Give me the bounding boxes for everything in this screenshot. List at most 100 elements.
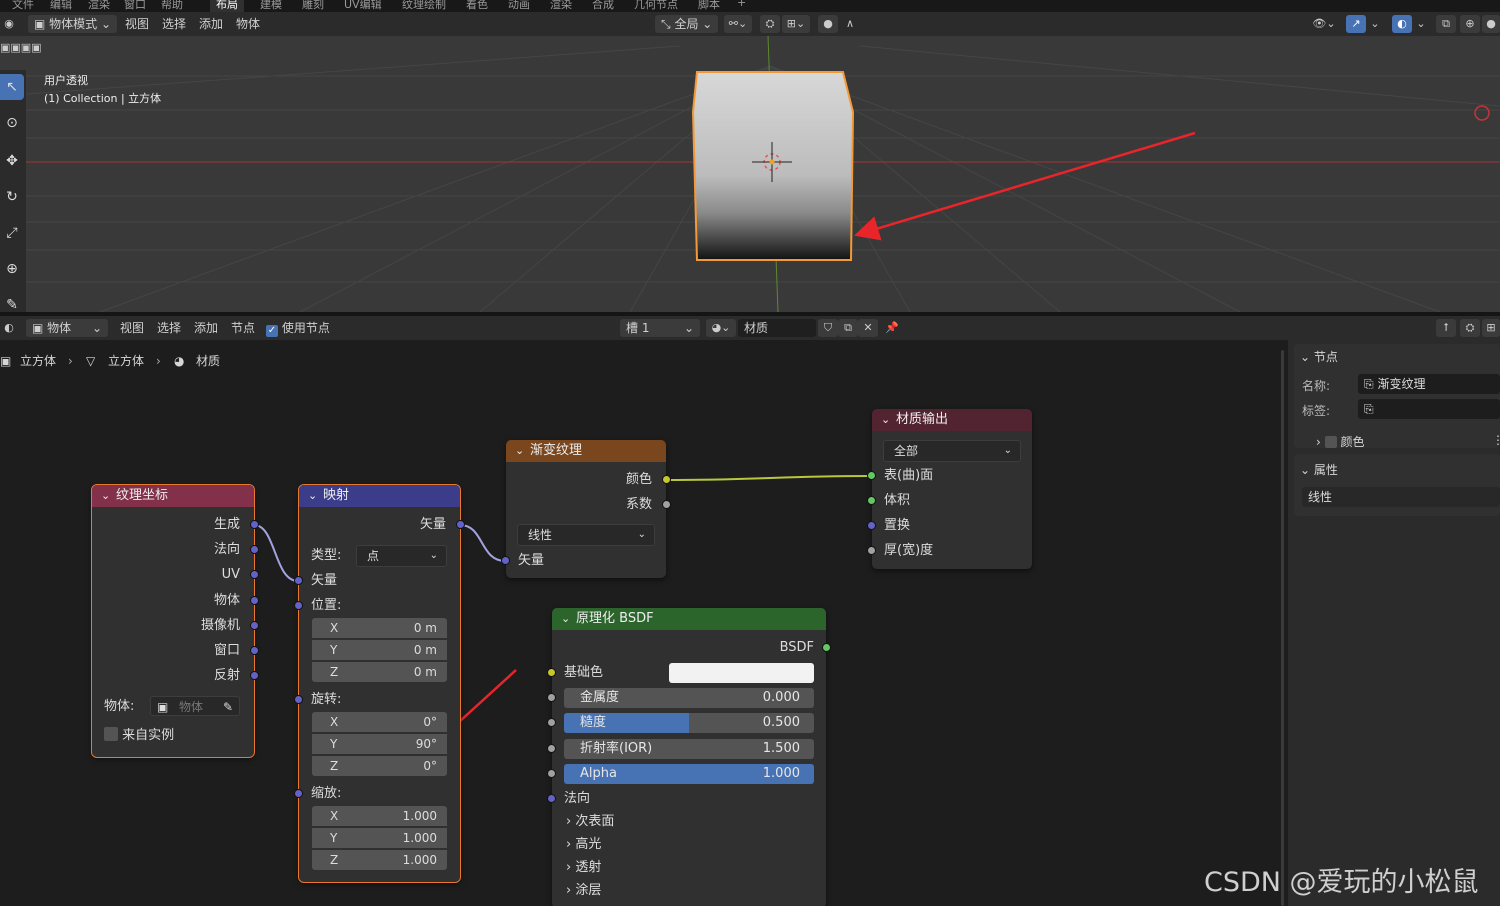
transform-tool-icon[interactable]: ⊕ bbox=[0, 256, 24, 282]
snap-icon[interactable]: ⛭ bbox=[760, 15, 780, 33]
pivot-point-icon[interactable]: ⚯⌄ bbox=[724, 15, 752, 33]
tab-rendering[interactable]: 渲染 bbox=[550, 0, 572, 12]
slot-dropdown[interactable]: 槽 1 ⌄ bbox=[620, 319, 700, 337]
drag-handle-icon[interactable]: ⋮ bbox=[1492, 433, 1500, 447]
tab-uv-editing[interactable]: UV编辑 bbox=[344, 0, 382, 12]
alpha-slider[interactable]: Alpha 1.000 bbox=[564, 764, 814, 784]
add-workspace-button[interactable]: + bbox=[737, 0, 746, 9]
menu-view[interactable]: 视图 bbox=[120, 319, 144, 337]
falloff-icon[interactable]: ∧ bbox=[840, 15, 860, 33]
socket-volume[interactable] bbox=[867, 496, 876, 505]
metallic-slider[interactable]: 金属度 0.000 bbox=[564, 688, 814, 708]
socket-alpha[interactable] bbox=[547, 769, 556, 778]
node-editor-canvas[interactable]: ▣ 立方体 › ▽ 立方体 › ◕ 材质 ⌄ 纹理坐标 生成 法向 UV 物体 … bbox=[0, 340, 1284, 906]
socket-rotation[interactable] bbox=[294, 695, 303, 704]
mapping-type-dropdown[interactable]: 点 ⌄ bbox=[356, 545, 447, 567]
tab-compositing[interactable]: 合成 bbox=[592, 0, 614, 12]
chevron-down-icon[interactable]: ⌄ bbox=[561, 608, 570, 630]
menu-node[interactable]: 节点 bbox=[231, 319, 255, 337]
chevron-down-icon[interactable]: ⌄ bbox=[515, 440, 524, 462]
location-z-field[interactable]: Z0 m bbox=[312, 662, 447, 682]
chevron-down-icon[interactable]: ⌄ bbox=[101, 485, 110, 507]
socket-vector-in[interactable] bbox=[294, 576, 303, 585]
overlay-icon[interactable]: ◐ bbox=[1392, 15, 1412, 33]
breadcrumb-object[interactable]: 立方体 bbox=[20, 350, 56, 372]
socket-thickness[interactable] bbox=[867, 546, 876, 555]
menu-object[interactable]: 物体 bbox=[236, 15, 260, 33]
tab-shading[interactable]: 着色 bbox=[466, 0, 488, 12]
duplicate-icon[interactable]: ⧉ bbox=[838, 319, 858, 337]
panel-transmission[interactable]: › 透射 bbox=[566, 858, 601, 878]
move-tool-icon[interactable]: ✥ bbox=[0, 148, 24, 174]
select-box-icon[interactable]: ▣▣▣▣ bbox=[0, 41, 42, 54]
rotate-tool-icon[interactable]: ↻ bbox=[0, 184, 24, 210]
socket-displacement[interactable] bbox=[867, 521, 876, 530]
tab-layout[interactable]: 布局 bbox=[210, 0, 244, 12]
menu-add[interactable]: 添加 bbox=[199, 15, 223, 33]
ior-slider[interactable]: 折射率(IOR) 1.500 bbox=[564, 739, 814, 759]
panel-coat[interactable]: › 涂层 bbox=[566, 881, 601, 901]
gizmo-icon[interactable]: ↗ bbox=[1346, 15, 1366, 33]
socket-vector-out[interactable] bbox=[456, 520, 465, 529]
menu-help[interactable]: 帮助 bbox=[161, 0, 183, 12]
from-instancer-checkbox[interactable]: 来自实例 bbox=[104, 726, 174, 746]
shader-type-dropdown[interactable]: ▣ 物体 ⌄ bbox=[26, 319, 108, 337]
mode-dropdown[interactable]: ▣ 物体模式 ⌄ bbox=[28, 15, 118, 33]
socket-surface[interactable] bbox=[867, 471, 876, 480]
texture-coordinate-node[interactable]: ⌄ 纹理坐标 生成 法向 UV 物体 摄像机 窗口 反射 物体: ▣ 物体 ✎ … bbox=[91, 484, 259, 758]
menu-select[interactable]: 选择 bbox=[157, 319, 181, 337]
rotation-x-field[interactable]: X 0° bbox=[312, 712, 447, 732]
material-browse-icon[interactable]: ◕⌄ bbox=[706, 319, 736, 337]
socket-window[interactable] bbox=[250, 646, 259, 655]
menu-window[interactable]: 窗口 bbox=[124, 0, 146, 12]
menu-view[interactable]: 视图 bbox=[125, 15, 149, 33]
rotation-y-field[interactable]: Y 90° bbox=[312, 734, 447, 754]
socket-vector-in[interactable] bbox=[501, 556, 510, 565]
snap-icon[interactable]: ⛭ bbox=[1460, 319, 1480, 337]
socket-factor[interactable] bbox=[662, 500, 671, 509]
transform-orientation-dropdown[interactable]: ⤡ 全局 ⌄ bbox=[655, 15, 719, 33]
gradient-type-field[interactable]: 线性 bbox=[1302, 487, 1500, 507]
cursor-tool-icon[interactable]: ⊙ bbox=[0, 110, 24, 136]
menu-edit[interactable]: 编辑 bbox=[50, 0, 72, 12]
parent-node-icon[interactable]: ⭡ bbox=[1436, 319, 1456, 337]
socket-generated[interactable] bbox=[250, 520, 259, 529]
cube-object[interactable] bbox=[691, 71, 855, 261]
select-mode-buttons[interactable]: ▣▣▣▣ bbox=[0, 40, 42, 54]
tab-scripting[interactable]: 脚本 bbox=[698, 0, 720, 12]
menu-render[interactable]: 渲染 bbox=[88, 0, 110, 12]
menu-file[interactable]: 文件 bbox=[12, 0, 34, 12]
scale-z-field[interactable]: Z 1.000 bbox=[312, 850, 447, 870]
panel-subsurface[interactable]: › 次表面 bbox=[566, 812, 614, 832]
tab-geometry-nodes[interactable]: 几何节点 bbox=[634, 0, 678, 12]
socket-color[interactable] bbox=[662, 475, 671, 484]
material-output-node[interactable]: ⌄ 材质输出 全部 ⌄ 表(曲)面 体积 置换 厚(宽)度 bbox=[867, 409, 1032, 569]
socket-metallic[interactable] bbox=[547, 693, 556, 702]
menu-add[interactable]: 添加 bbox=[194, 319, 218, 337]
scale-y-field[interactable]: Y 1.000 bbox=[312, 828, 447, 848]
node-section-header[interactable]: ⌄ 节点 bbox=[1300, 348, 1338, 365]
rotation-z-field[interactable]: Z 0° bbox=[312, 756, 447, 776]
object-picker[interactable]: ▣ 物体 ✎ bbox=[150, 696, 240, 716]
socket-object[interactable] bbox=[250, 596, 259, 605]
chevron-down-icon[interactable]: ⌄ bbox=[1414, 15, 1428, 33]
gradient-type-dropdown[interactable]: 线性 ⌄ bbox=[517, 524, 655, 546]
node-header[interactable]: ⌄ 材质输出 bbox=[872, 409, 1032, 431]
close-icon[interactable]: ✕ bbox=[858, 319, 878, 337]
node-header[interactable]: ⌄ 映射 bbox=[299, 485, 460, 507]
principled-bsdf-node[interactable]: ⌄ 原理化 BSDF BSDF 基础色 金属度 0.000 糙度 0.500 折射率… bbox=[547, 608, 831, 906]
location-y-field[interactable]: Y0 m bbox=[312, 640, 447, 660]
solid-shading-icon[interactable]: ● bbox=[1482, 15, 1500, 33]
3d-viewport[interactable]: ▣▣▣▣ 用户透视 (1) Collection | 立方体 bbox=[0, 36, 1500, 312]
mapping-node[interactable]: ⌄ 映射 矢量 类型: 点 ⌄ 矢量 位置: X0 m Y0 m Z0 m 旋转… bbox=[294, 484, 465, 883]
editor-type-icon[interactable]: ◐ bbox=[0, 319, 18, 337]
tab-animation[interactable]: 动画 bbox=[508, 0, 530, 12]
location-x-field[interactable]: X0 m bbox=[312, 618, 447, 638]
node-header[interactable]: ⌄ 渐变纹理 bbox=[506, 440, 666, 462]
pin-icon[interactable]: 📌 bbox=[882, 319, 902, 337]
socket-roughness[interactable] bbox=[547, 718, 556, 727]
gradient-texture-node[interactable]: ⌄ 渐变纹理 颜色 系数 线性 ⌄ 矢量 bbox=[501, 440, 671, 578]
color-checkbox[interactable] bbox=[1324, 436, 1337, 448]
menu-select[interactable]: 选择 bbox=[162, 15, 186, 33]
breadcrumb-mesh[interactable]: 立方体 bbox=[108, 350, 144, 372]
